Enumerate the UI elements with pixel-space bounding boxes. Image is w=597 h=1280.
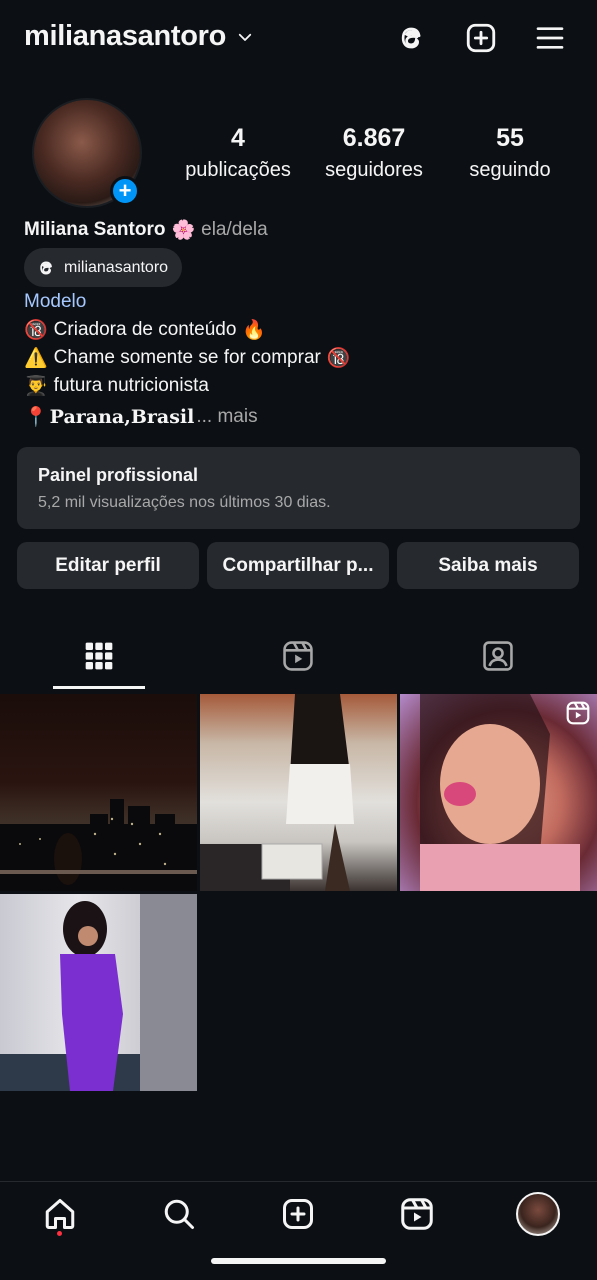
reels-icon bbox=[399, 1196, 435, 1232]
bio-text: Criadora de conteúdo bbox=[53, 319, 237, 340]
nav-search[interactable] bbox=[158, 1193, 200, 1235]
threads-icon[interactable] bbox=[393, 20, 429, 56]
stat-posts[interactable]: 4 publicações bbox=[180, 124, 296, 182]
following-count: 55 bbox=[496, 124, 524, 152]
share-profile-button[interactable]: Compartilhar p... bbox=[207, 542, 389, 589]
create-icon bbox=[280, 1196, 316, 1232]
bio-line-1: 🔞 Criadora de conteúdo 🔥 bbox=[24, 318, 266, 342]
outfit-photo bbox=[200, 694, 354, 891]
followers-label: seguidores bbox=[325, 159, 423, 181]
bio-line-location[interactable]: 📍 Parana,Brasil ... mais bbox=[24, 405, 258, 429]
bio-line-3: 👨‍🎓 futura nutricionista bbox=[24, 374, 209, 398]
learn-more-button[interactable]: Saiba mais bbox=[397, 542, 579, 589]
threads-handle: milianasantoro bbox=[64, 258, 169, 276]
pronouns: ela/dela bbox=[201, 219, 268, 240]
bio-line-2: ⚠️ Chame somente se for comprar 🔞 bbox=[24, 346, 351, 370]
dashboard-title: Painel profissional bbox=[38, 465, 199, 485]
reel-badge-icon bbox=[565, 700, 591, 726]
city-night-photo bbox=[0, 799, 197, 891]
bio-emoji-suffix: 🔞 bbox=[326, 348, 351, 369]
followers-count: 6.867 bbox=[342, 124, 406, 152]
tab-reels[interactable] bbox=[278, 636, 318, 676]
username: milianasantoro bbox=[24, 20, 227, 52]
active-tab-indicator bbox=[53, 686, 145, 689]
home-icon bbox=[42, 1196, 78, 1232]
posts-label: publicações bbox=[185, 159, 291, 181]
bio-emoji-suffix: 🔥 bbox=[242, 320, 267, 341]
post-thumbnail-2[interactable] bbox=[200, 694, 397, 891]
new-post-icon[interactable] bbox=[463, 20, 499, 56]
threads-small-icon bbox=[36, 258, 56, 278]
username-switcher[interactable]: milianasantoro bbox=[24, 20, 254, 53]
bio-emoji: 🔞 bbox=[24, 320, 48, 341]
bio-location: Parana,Brasil bbox=[49, 406, 195, 428]
bio-text: futura nutricionista bbox=[53, 375, 209, 396]
nav-home[interactable] bbox=[39, 1193, 81, 1235]
post-thumbnail-4[interactable] bbox=[0, 894, 197, 1091]
location-pin-emoji: 📍 bbox=[24, 407, 48, 428]
mirror-selfie-photo bbox=[0, 894, 197, 1091]
home-indicator bbox=[211, 1258, 386, 1264]
flower-emoji: 🌸 bbox=[171, 220, 196, 241]
following-label: seguindo bbox=[469, 159, 551, 181]
menu-icon[interactable] bbox=[532, 20, 568, 56]
bottom-nav-divider bbox=[0, 1181, 597, 1182]
chevron-down-icon bbox=[236, 28, 254, 46]
nav-profile-avatar[interactable] bbox=[516, 1192, 560, 1236]
edit-profile-button[interactable]: Editar perfil bbox=[17, 542, 199, 589]
notification-dot bbox=[57, 1231, 62, 1236]
tab-grid[interactable] bbox=[79, 636, 119, 676]
bio-more-link[interactable]: ... mais bbox=[196, 406, 257, 428]
bio-emoji: ⚠️ bbox=[24, 348, 48, 369]
stat-followers[interactable]: 6.867 seguidores bbox=[316, 124, 432, 182]
post-thumbnail-1[interactable] bbox=[0, 694, 197, 891]
threads-badge[interactable]: milianasantoro bbox=[24, 248, 183, 287]
bio-emoji: 👨‍🎓 bbox=[24, 376, 48, 397]
professional-dashboard[interactable]: Painel profissional 5,2 mil visualizaçõe… bbox=[17, 447, 580, 529]
grid-icon bbox=[83, 640, 115, 672]
add-story-icon[interactable]: + bbox=[110, 176, 140, 206]
dashboard-subtitle: 5,2 mil visualizações nos últimos 30 dia… bbox=[38, 494, 331, 511]
stat-following[interactable]: 55 seguindo bbox=[452, 124, 568, 182]
profile-category: Modelo bbox=[24, 291, 87, 312]
profile-avatar[interactable]: + bbox=[32, 98, 142, 208]
profile-name-row: Miliana Santoro 🌸 ela/dela bbox=[24, 218, 268, 242]
full-name: Miliana Santoro bbox=[24, 219, 166, 240]
tagged-icon bbox=[481, 639, 515, 673]
bio-text: Chame somente se for comprar bbox=[53, 347, 321, 368]
post-thumbnail-3[interactable] bbox=[400, 694, 597, 891]
nav-create[interactable] bbox=[277, 1193, 319, 1235]
posts-count: 4 bbox=[231, 124, 245, 152]
tab-tagged[interactable] bbox=[478, 636, 518, 676]
search-icon bbox=[161, 1196, 197, 1232]
nav-reels[interactable] bbox=[396, 1193, 438, 1235]
reels-icon bbox=[281, 639, 315, 673]
